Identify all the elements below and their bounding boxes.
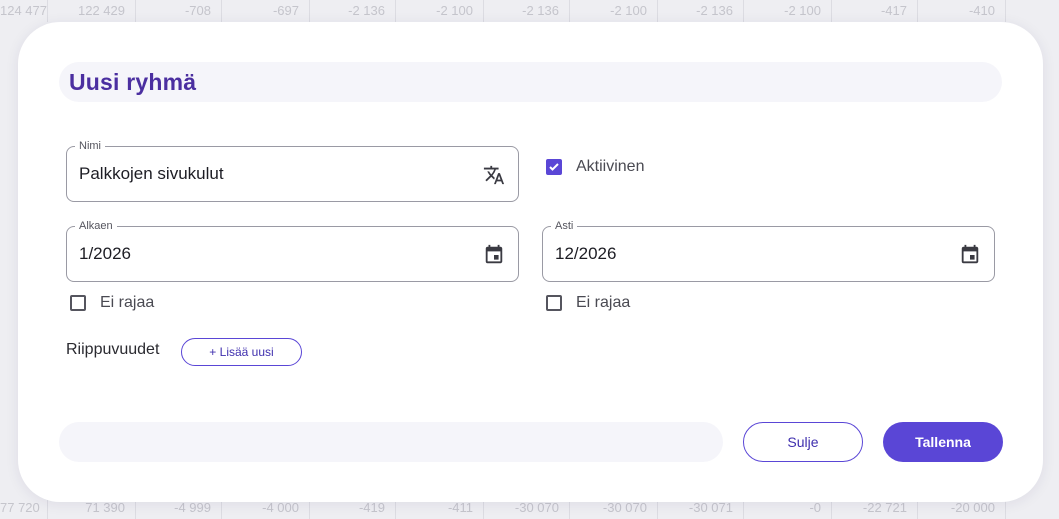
background-table-cell: -417 xyxy=(832,0,918,22)
to-no-limit-checkbox[interactable] xyxy=(546,295,562,311)
dependencies-label: Riippuvuudet xyxy=(66,341,160,358)
new-group-dialog: Uusi ryhmä Nimi Palkkojen sivukulut Akti… xyxy=(18,22,1043,502)
add-dependency-button[interactable]: + Lisää uusi xyxy=(181,338,302,366)
to-date-label: Asti xyxy=(551,219,578,233)
dialog-header: Uusi ryhmä xyxy=(59,62,1002,102)
background-table-cell: -410 xyxy=(918,0,1006,22)
background-table-cell: 77 720 xyxy=(0,497,48,519)
background-table-cell: -2 100 xyxy=(744,0,832,22)
background-table-row-top: 124 477 122 429 -708 -697 -2 136 -2 100 -2 136… xyxy=(0,0,1059,22)
from-date-label: Alkaen xyxy=(75,219,117,233)
background-table-cell: -2 100 xyxy=(396,0,484,22)
from-no-limit-row[interactable]: Ei rajaa xyxy=(70,294,154,312)
footer-bar xyxy=(59,422,723,462)
to-date-value[interactable]: 12/2026 xyxy=(555,244,616,264)
background-table-cell: -2 100 xyxy=(570,0,658,22)
check-icon xyxy=(549,163,559,171)
name-field-value[interactable]: Palkkojen sivukulut xyxy=(79,164,224,184)
translate-icon[interactable] xyxy=(482,163,506,187)
calendar-icon[interactable] xyxy=(958,243,982,267)
dialog-title: Uusi ryhmä xyxy=(69,69,197,95)
to-date-field[interactable]: Asti 12/2026 xyxy=(542,219,995,282)
save-button[interactable]: Tallenna xyxy=(883,422,1003,462)
name-field[interactable]: Nimi Palkkojen sivukulut xyxy=(66,139,519,202)
background-table-cell: 124 477 xyxy=(0,0,48,22)
background-table-cell: -2 136 xyxy=(310,0,396,22)
background-table-cell: -2 136 xyxy=(658,0,744,22)
active-checkbox-row[interactable]: Aktiivinen xyxy=(546,158,644,176)
close-button[interactable]: Sulje xyxy=(743,422,863,462)
from-no-limit-checkbox[interactable] xyxy=(70,295,86,311)
active-checkbox-label: Aktiivinen xyxy=(576,158,645,175)
background-table-cell: -708 xyxy=(136,0,222,22)
name-field-label: Nimi xyxy=(75,139,105,153)
from-date-field[interactable]: Alkaen 1/2026 xyxy=(66,219,519,282)
calendar-icon[interactable] xyxy=(482,243,506,267)
from-no-limit-label: Ei rajaa xyxy=(100,294,155,311)
background-table-cell: 122 429 xyxy=(48,0,136,22)
to-no-limit-label: Ei rajaa xyxy=(576,294,631,311)
to-no-limit-row[interactable]: Ei rajaa xyxy=(546,294,630,312)
active-checkbox[interactable] xyxy=(546,159,562,175)
background-table-cell: -697 xyxy=(222,0,310,22)
background-table-cell: -2 136 xyxy=(484,0,570,22)
from-date-value[interactable]: 1/2026 xyxy=(79,244,131,264)
